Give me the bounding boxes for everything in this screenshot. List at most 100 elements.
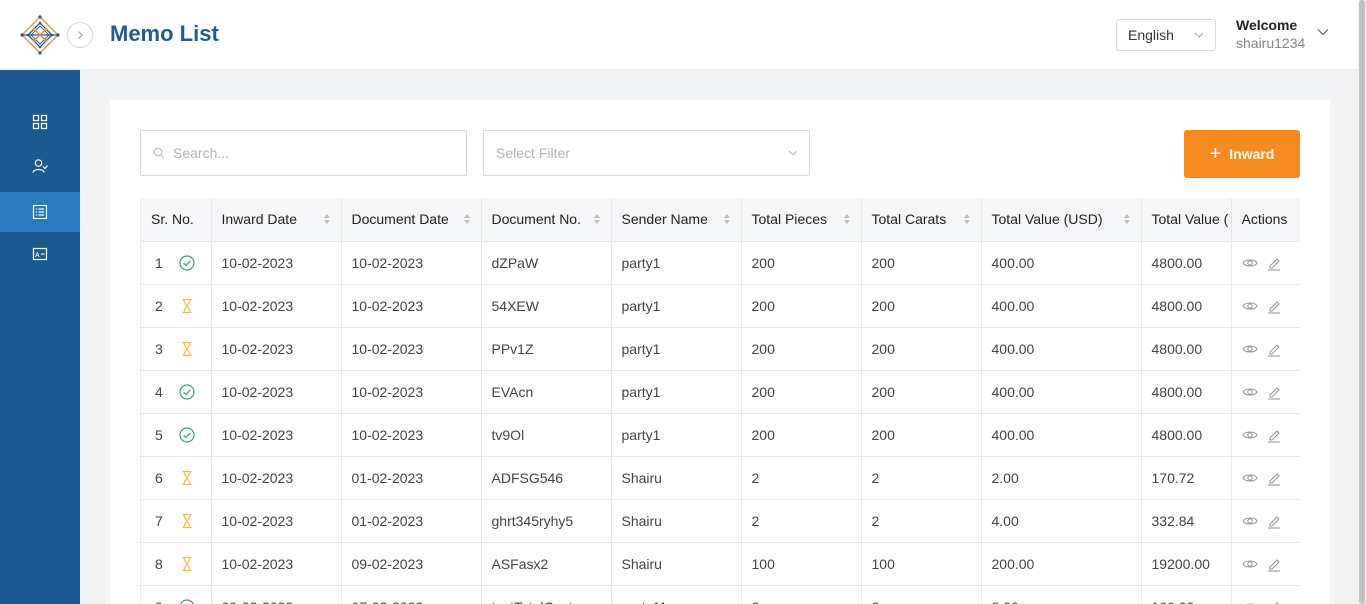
- column-header-label: Document No.: [491, 211, 581, 228]
- sidebar-item-users[interactable]: [0, 146, 80, 186]
- page-scrollbar[interactable]: [1358, 0, 1366, 604]
- column-header[interactable]: Document Date: [341, 198, 482, 242]
- value-usd-cell: 200.00: [981, 542, 1142, 586]
- table-row[interactable]: 7 10-02-2023 01-02-2023 ghrt345ryhy5 Shairu 2…: [141, 499, 1300, 543]
- view-button[interactable]: [1241, 341, 1258, 357]
- view-button[interactable]: [1241, 255, 1258, 271]
- view-button[interactable]: [1242, 599, 1258, 604]
- inward-button[interactable]: + Inward: [1184, 130, 1300, 178]
- sort-icon[interactable]: [593, 213, 601, 225]
- column-header[interactable]: Document No.: [481, 198, 612, 242]
- column-header[interactable]: Total Value (USD): [981, 198, 1142, 242]
- sidebar-item-dashboard[interactable]: [0, 102, 80, 142]
- table-row[interactable]: 3 10-02-2023 10-02-2023 PPv1Z party1 200 200 40…: [141, 327, 1300, 371]
- sort-icon[interactable]: [1123, 213, 1131, 225]
- sidebar-item-memo-list[interactable]: [0, 192, 80, 232]
- sr-no-text: 3: [155, 340, 163, 357]
- view-button[interactable]: [1241, 470, 1258, 486]
- value-local-cell: 170.72: [1141, 456, 1232, 500]
- edit-icon: [1267, 300, 1280, 314]
- value-local-cell: 4800.00: [1141, 370, 1232, 414]
- user-menu-chevron-icon[interactable]: [1316, 25, 1330, 39]
- language-select[interactable]: English: [1116, 19, 1216, 51]
- sr-no-cell: 4: [141, 370, 212, 414]
- edit-button[interactable]: [1266, 470, 1282, 486]
- table-row[interactable]: 1 10-02-2023 10-02-2023 dZPaW party1 200 200 40…: [141, 241, 1300, 285]
- value-local-cell: 4800.00: [1141, 284, 1232, 328]
- svg-text:A: A: [35, 252, 40, 259]
- edit-button[interactable]: [1266, 599, 1282, 604]
- hourglass-icon: [182, 341, 192, 356]
- edit-button[interactable]: [1266, 298, 1282, 314]
- column-header[interactable]: Inward Date: [211, 198, 342, 242]
- sidebar-item-id-card[interactable]: A: [0, 234, 80, 274]
- actions-cell: [1231, 241, 1300, 285]
- view-icon: [1241, 301, 1258, 310]
- sort-icon[interactable]: [723, 213, 731, 225]
- column-header[interactable]: Sender Name: [611, 198, 742, 242]
- search-box[interactable]: [140, 130, 467, 176]
- edit-button[interactable]: [1266, 341, 1282, 357]
- table-row[interactable]: 9 09-02-202307-02-2023testTotalCostparty1…: [141, 585, 1300, 604]
- sidebar-toggle-button[interactable]: [67, 22, 93, 48]
- view-icon: [1241, 344, 1258, 353]
- view-button[interactable]: [1241, 384, 1258, 400]
- inward-date-cell: 09-02-2023: [211, 585, 342, 604]
- view-button[interactable]: [1241, 513, 1258, 529]
- user-menu[interactable]: Welcome shairu1234: [1236, 16, 1305, 53]
- edit-button[interactable]: [1266, 513, 1282, 529]
- sender-cell: party1: [611, 327, 742, 371]
- edit-icon: [1267, 257, 1280, 271]
- edit-button[interactable]: [1266, 384, 1282, 400]
- pieces-cell: 2: [741, 499, 862, 543]
- search-input[interactable]: [173, 145, 453, 161]
- pieces-cell: 200: [741, 413, 862, 457]
- view-button[interactable]: [1241, 298, 1258, 314]
- view-icon: [1241, 559, 1258, 568]
- view-button[interactable]: [1241, 556, 1258, 572]
- doc-no-cell: PPv1Z: [481, 327, 612, 371]
- pieces-cell: 200: [741, 241, 862, 285]
- sr-no-cell: 1: [141, 241, 212, 285]
- column-header[interactable]: Total Carats: [861, 198, 982, 242]
- doc-no-cell: testTotalCost: [481, 585, 612, 604]
- memo-list-card: Select Filter + Inward Sr. No. Inward Dat…: [110, 100, 1330, 604]
- pieces-cell: 200: [741, 327, 862, 371]
- value-usd-cell: 400.00: [981, 413, 1142, 457]
- doc-date-cell: 10-02-2023: [341, 241, 482, 285]
- chevron-down-icon: [788, 150, 798, 156]
- doc-no-cell: 54XEW: [481, 284, 612, 328]
- memo-table: Sr. No. Inward Date Document Date Document …: [141, 198, 1300, 604]
- sort-icon[interactable]: [843, 213, 851, 225]
- table-row[interactable]: 4 10-02-2023 10-02-2023 EVAcn party1 200 200 40…: [141, 370, 1300, 414]
- edit-button[interactable]: [1266, 427, 1282, 443]
- filter-select[interactable]: Select Filter: [483, 130, 810, 176]
- edit-icon: [1267, 515, 1280, 529]
- view-icon: [1244, 602, 1255, 604]
- column-header[interactable]: Total Pieces: [741, 198, 862, 242]
- table-row[interactable]: 5 10-02-2023 10-02-2023 tv9Ol party1 200 200 40…: [141, 413, 1300, 457]
- scrollbar-thumb[interactable]: [1359, 0, 1365, 604]
- sort-icon[interactable]: [963, 213, 971, 225]
- table-row[interactable]: 2 10-02-2023 10-02-2023 54XEW party1 200 200 40…: [141, 284, 1300, 328]
- value-local-cell: 19200.00: [1141, 542, 1232, 586]
- column-header-label: Sr. No.: [151, 211, 194, 228]
- page-title: Memo List: [110, 21, 219, 46]
- actions-cell: [1231, 499, 1300, 543]
- carats-cell: 2: [861, 456, 982, 500]
- inward-date-cell: 10-02-2023: [211, 542, 342, 586]
- actions-cell: [1231, 370, 1300, 414]
- app-logo[interactable]: [20, 15, 60, 55]
- inward-date-cell: 10-02-2023: [211, 327, 342, 371]
- edit-button[interactable]: [1266, 255, 1282, 271]
- sort-icon[interactable]: [463, 213, 471, 225]
- carats-cell: 200: [861, 284, 982, 328]
- sort-icon[interactable]: [323, 213, 331, 225]
- table-row[interactable]: 8 10-02-2023 09-02-2023 ASFasx2 Shairu 100 100…: [141, 542, 1300, 586]
- column-header-label: Actions: [1241, 211, 1288, 228]
- table-row[interactable]: 6 10-02-2023 01-02-2023 ADFSG546 Shairu 2 2 2.0…: [141, 456, 1300, 500]
- hourglass-icon: [182, 298, 192, 313]
- view-button[interactable]: [1241, 427, 1258, 443]
- memo-table-container[interactable]: Sr. No. Inward Date Document Date Document …: [140, 198, 1300, 604]
- edit-button[interactable]: [1266, 556, 1282, 572]
